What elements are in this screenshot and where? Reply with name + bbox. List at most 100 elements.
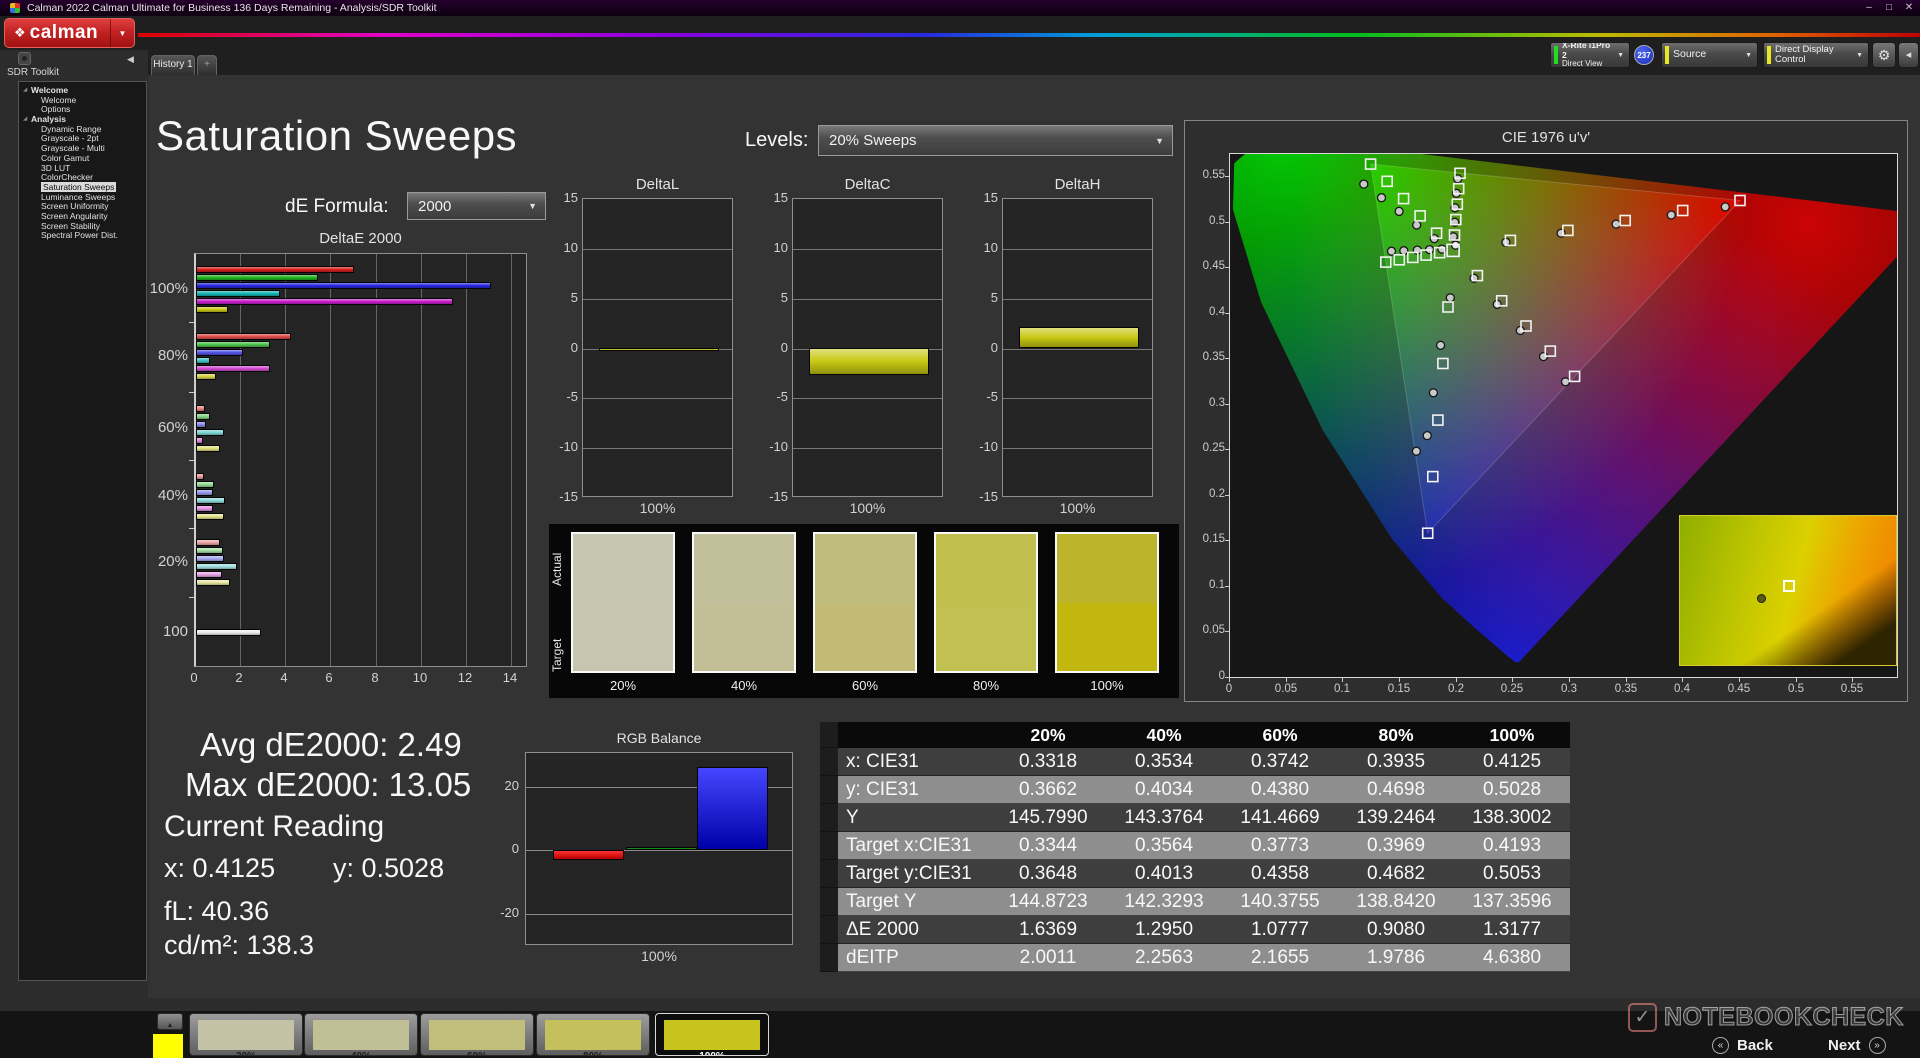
target-color xyxy=(573,603,673,672)
back-button[interactable]: « Back xyxy=(1712,1034,1773,1056)
cie-ytick-mark xyxy=(1225,313,1229,314)
close-button[interactable]: ✕ xyxy=(1900,0,1918,16)
patch-button-60%[interactable]: 60% xyxy=(420,1013,534,1056)
cie-xtick-label: 0.15 xyxy=(1381,683,1417,695)
gear-icon: ⚙ xyxy=(1878,47,1891,63)
sidebar-item-spectral-power-dist-[interactable]: Spectral Power Dist. xyxy=(19,231,146,241)
delta_h-ytick: 0 xyxy=(958,340,998,355)
window-title: Calman 2022 Calman Ultimate for Business… xyxy=(27,1,437,15)
patch-button-20%[interactable]: 20% xyxy=(189,1013,303,1056)
cie-ytick-label: 0 xyxy=(1191,670,1225,682)
delta-e-group-label: 100% xyxy=(118,280,188,297)
axis-tick xyxy=(189,322,194,323)
patch-label: 100% xyxy=(656,1051,768,1056)
cie-xtick-mark xyxy=(1852,678,1853,682)
tree-expander-icon[interactable]: ◢ xyxy=(23,86,27,96)
de-bar-green-40% xyxy=(196,481,214,488)
de-bar-cyan-100% xyxy=(196,290,280,297)
cie-ytick-label: 0.55 xyxy=(1191,169,1225,181)
sidebar-item-label: Luminance Sweeps xyxy=(41,192,115,202)
calman-logo-button[interactable]: ❖ calman ▼ xyxy=(4,18,135,48)
cie-xtick-label: 0.4 xyxy=(1664,683,1700,695)
panel-collapse-button[interactable]: ◂ xyxy=(1898,42,1919,68)
meter-dropdown[interactable]: X-Rite i1Pro 2 Direct View ▼ xyxy=(1550,42,1630,68)
gridline xyxy=(793,398,942,399)
value-cell: 0.3318 xyxy=(990,748,1106,776)
meter-count-badge[interactable]: 237 xyxy=(1634,45,1654,65)
de-bar-blue-80% xyxy=(196,349,243,356)
cie-ytick-label: 0.15 xyxy=(1191,533,1225,545)
new-tab-button[interactable]: + xyxy=(197,55,217,75)
calman-logo-text: calman xyxy=(30,22,98,44)
value-cell: 2.0011 xyxy=(990,944,1106,972)
logo-menu-chevron-icon[interactable]: ▼ xyxy=(110,19,134,47)
value-cell: 0.4358 xyxy=(1222,860,1338,888)
value-cell: 145.7990 xyxy=(990,804,1106,832)
patch-color xyxy=(664,1020,760,1050)
patch-button-100%[interactable]: 100% xyxy=(655,1013,769,1056)
de-bar-cyan-60% xyxy=(196,429,224,436)
value-cell: 0.5028 xyxy=(1454,776,1570,804)
de-bar-magenta-60% xyxy=(196,437,203,444)
value-cell: 0.5053 xyxy=(1454,860,1570,888)
reading-cdm2: cd/m²: 138.3 xyxy=(164,930,314,961)
de-bar-magenta-80% xyxy=(196,365,270,372)
levels-dropdown[interactable]: 20% Sweeps ▼ xyxy=(818,125,1173,156)
row-label-cell: y: CIE31 xyxy=(838,776,990,804)
reading-y: y: 0.5028 xyxy=(333,853,444,884)
delta-e-xtick: 6 xyxy=(317,670,341,685)
cie-ytick-mark xyxy=(1225,222,1229,223)
de-bar-yellow-100% xyxy=(196,306,228,313)
tab-history-1[interactable]: History 1 xyxy=(151,55,195,75)
tree-expander-icon[interactable]: ◢ xyxy=(23,115,27,125)
delta_c-ytick: 0 xyxy=(748,340,788,355)
sidebar-item-welcome[interactable]: Welcome xyxy=(19,96,146,106)
workflow-dot-button[interactable] xyxy=(18,52,31,65)
cie-xtick-mark xyxy=(1682,678,1683,682)
patch-button-80%[interactable]: 80% xyxy=(536,1013,650,1056)
table-row: Target Y144.8723142.3293140.3755138.8420… xyxy=(820,888,1570,916)
rgb-bar-red xyxy=(553,850,624,860)
row-lead-cell xyxy=(820,748,838,776)
de-formula-dropdown[interactable]: 2000 ▼ xyxy=(407,192,546,220)
rainbow-divider xyxy=(138,33,1920,37)
delta_l-plot-area xyxy=(582,198,733,497)
actual-target-swatch-strip: ActualTarget20%40%60%80%100% xyxy=(549,524,1179,698)
sidebar-collapse-icon[interactable]: ◀ xyxy=(127,54,134,65)
display-control-dropdown[interactable]: Direct Display Control ▼ xyxy=(1763,42,1869,68)
delta-e-group-label: 100 xyxy=(118,623,188,640)
sidebar-item-label: Welcome xyxy=(31,85,68,95)
delta_h-ytick: 5 xyxy=(958,290,998,305)
sidebar-tree: ◢WelcomeWelcomeOptions◢AnalysisDynamic R… xyxy=(18,81,147,981)
delta-e-xtick: 8 xyxy=(363,670,387,685)
minimize-button[interactable]: – xyxy=(1860,0,1878,16)
patch-button-40%[interactable]: 40% xyxy=(304,1013,418,1056)
meter-name: X-Rite i1Pro 2 xyxy=(1562,42,1612,60)
gridline xyxy=(511,254,512,666)
maximize-button[interactable]: □ xyxy=(1880,0,1898,16)
settings-gear-button[interactable]: ⚙ xyxy=(1872,42,1896,68)
cie-ytick-mark xyxy=(1225,540,1229,541)
actual-color xyxy=(573,534,673,603)
delta_l-ytick: -5 xyxy=(538,389,578,404)
sidebar-item-welcome[interactable]: ◢ Welcome xyxy=(19,86,146,96)
gridline xyxy=(583,398,732,399)
value-cell: 2.2563 xyxy=(1106,944,1222,972)
target-row-label: Target xyxy=(550,620,566,690)
source-dropdown[interactable]: Source ▼ xyxy=(1661,42,1758,68)
cie-ytick-label: 0.1 xyxy=(1191,579,1225,591)
gridline xyxy=(583,299,732,300)
row-lead-cell xyxy=(820,776,838,804)
row-lead-cell xyxy=(820,916,838,944)
delta-e-group-label: 80% xyxy=(118,347,188,364)
patch-window-button[interactable]: ▲ xyxy=(157,1013,183,1030)
header-cell: 80% xyxy=(1338,722,1454,748)
swatch-60% xyxy=(813,532,917,673)
next-button[interactable]: Next » xyxy=(1828,1034,1886,1056)
levels-value: 20% Sweeps xyxy=(819,132,1155,149)
target-color xyxy=(815,603,915,672)
value-cell: 0.3969 xyxy=(1338,832,1454,860)
value-cell: 141.4669 xyxy=(1222,804,1338,832)
sidebar-item-color-gamut[interactable]: Color Gamut xyxy=(19,154,146,164)
de-bar-yellow-20% xyxy=(196,579,230,586)
